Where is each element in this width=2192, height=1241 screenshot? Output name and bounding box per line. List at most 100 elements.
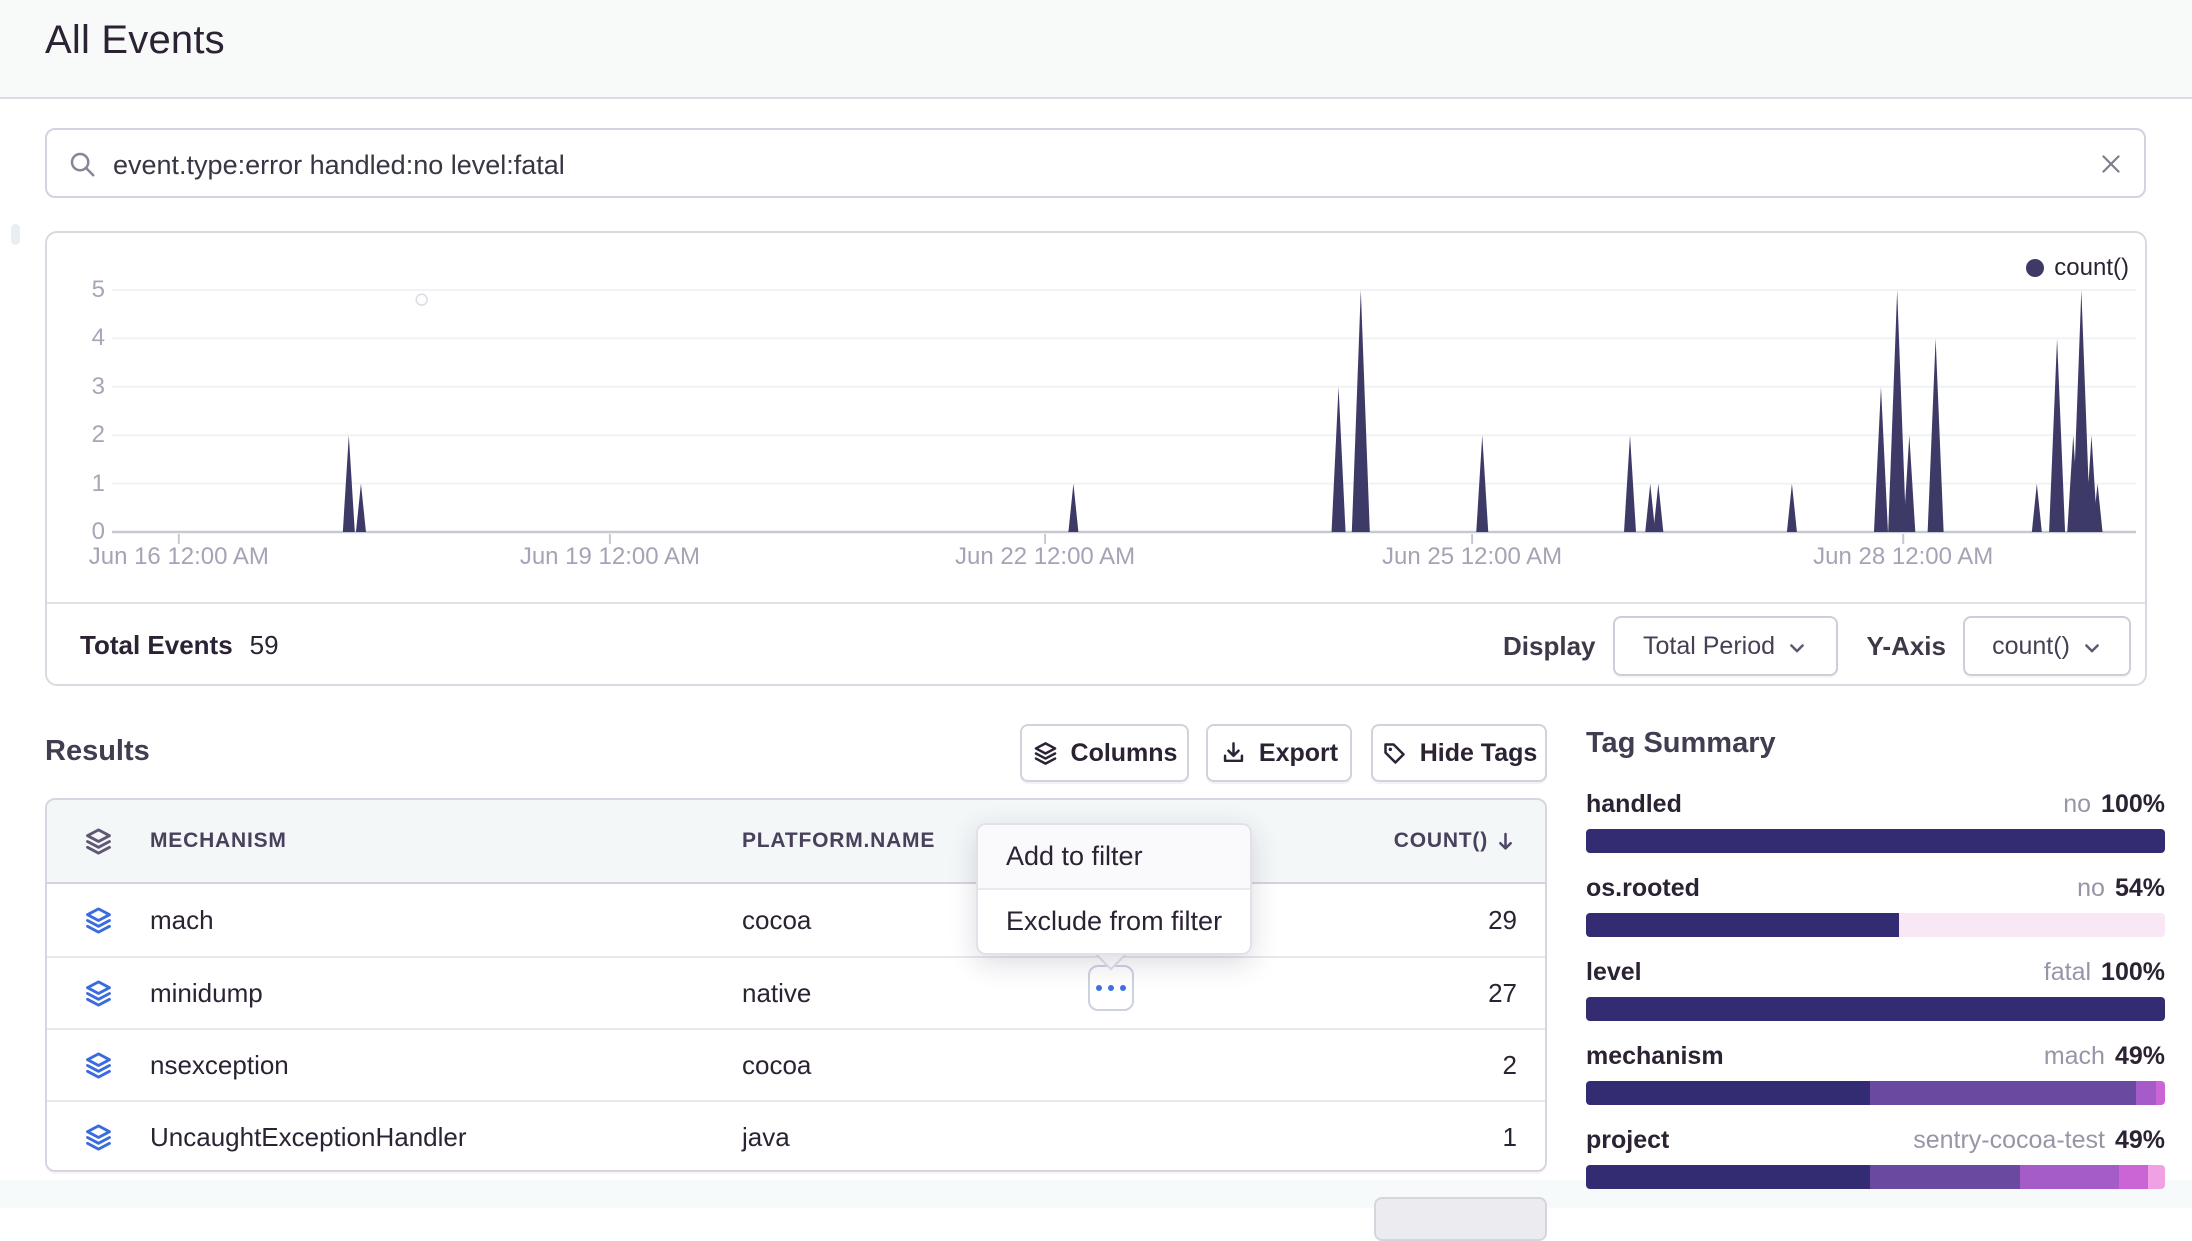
chevron-down-icon [2082,638,2102,658]
table-header-row: MECHANISM PLATFORM.NAME COUNT() [47,800,1545,884]
display-select[interactable]: Total Period [1613,616,1838,676]
y-axis-tick-label: 3 [55,374,105,400]
table-body: machcocoa29minidumpnative27nsexceptionco… [47,884,1545,1172]
tag-distribution-bar[interactable] [1586,997,2165,1021]
search-input[interactable]: event.type:error handled:no level:fatal [113,150,565,181]
total-events: Total Events 59 [80,630,279,661]
tag-value: mach [2044,1042,2105,1070]
tag-distribution-bar[interactable] [1586,913,2165,937]
layers-icon [1032,740,1059,767]
tag-bar-segment [2156,1081,2165,1105]
table-row[interactable]: nsexceptioncocoa2 [47,1028,1545,1100]
cell-platform-name[interactable]: cocoa [742,1050,1337,1081]
table-row[interactable]: UncaughtExceptionHandlerjava1 [47,1100,1545,1172]
tag-value: no [2063,790,2091,818]
count-spike [1874,387,1888,532]
tag-percent: 100% [2101,958,2165,986]
y-axis-tick-label: 0 [55,519,105,545]
cell-platform-name[interactable]: java [742,1122,1337,1153]
cell-count[interactable]: 1 [1337,1122,1545,1153]
download-icon [1220,740,1247,767]
column-header-mechanism[interactable]: MECHANISM [150,829,742,853]
tag-top-value: mach 49% [2044,1042,2165,1071]
row-actions-ellipsis-button[interactable] [1088,965,1134,1011]
tag-item-project: project sentry-cocoa-test49% [1586,1126,2165,1192]
x-axis-tick-label: Jun 22 12:00 AM [905,543,1185,571]
results-table: MECHANISM PLATFORM.NAME COUNT() machcoco… [45,798,1547,1172]
tag-label-row: project sentry-cocoa-test49% [1586,1126,2165,1153]
events-chart-panel: count() 012345 Jun 16 12:00 AMJun 19 12:… [45,231,2147,686]
menu-item-add-to-filter[interactable]: Add to filter [978,825,1250,890]
cell-mechanism[interactable]: mach [150,905,742,936]
hide-tags-button-label: Hide Tags [1420,739,1538,768]
tag-bar-segment [2136,1081,2156,1105]
column-header-count[interactable]: COUNT() [1337,829,1545,853]
cell-platform-name[interactable]: native [742,978,1337,1009]
search-bar[interactable]: event.type:error handled:no level:fatal [45,128,2146,198]
x-axis-tick-label: Jun 28 12:00 AM [1763,543,2043,571]
count-spike [1653,484,1663,532]
context-menu: Add to filter Exclude from filter [976,823,1252,955]
cell-mechanism[interactable]: nsexception [150,1050,742,1081]
results-heading: Results [45,735,150,768]
count-spike [1068,484,1078,532]
table-row[interactable]: minidumpnative27 [47,956,1545,1028]
page-header: All Events [0,0,2192,99]
tag-bar-segment [1586,1165,1870,1189]
columns-button-label: Columns [1071,739,1178,768]
clear-search-icon[interactable] [2098,151,2124,177]
tag-value: sentry-cocoa-test [1913,1126,2105,1154]
pagination-button[interactable] [1374,1197,1547,1241]
export-button[interactable]: Export [1206,724,1352,782]
cell-count[interactable]: 29 [1337,905,1545,936]
count-spike [1888,290,1906,532]
y-axis-select[interactable]: count() [1963,616,2131,676]
export-button-label: Export [1259,739,1338,768]
display-select-value: Total Period [1643,632,1775,661]
cell-count[interactable]: 27 [1337,978,1545,1009]
count-spike [1352,290,1370,532]
y-axis-tick-label: 1 [55,471,105,497]
row-icon-cell [47,1122,150,1153]
chart-controls: Display Total Period Y-Axis count() [1503,616,2131,676]
cell-count[interactable]: 2 [1337,1050,1545,1081]
layers-icon [83,1122,114,1153]
tag-percent: 54% [2115,874,2165,902]
hide-tags-button[interactable]: Hide Tags [1371,724,1547,782]
tag-percent: 100% [2101,790,2165,818]
tag-percent: 49% [2115,1042,2165,1070]
columns-button[interactable]: Columns [1020,724,1189,782]
tag-distribution-bar[interactable] [1586,1165,2165,1189]
tag-label-row: mechanismmach49% [1586,1042,2165,1069]
y-axis-tick-label: 2 [55,422,105,448]
tag-bar-segment [1870,1165,2021,1189]
tag-bar-segment [1586,829,2165,853]
tag-bar-segment [2148,1165,2165,1189]
display-label: Display [1503,631,1596,662]
total-events-label: Total Events [80,630,233,661]
row-icon-cell [47,905,150,936]
tag-bar-segment [1899,913,2165,937]
table-row[interactable]: machcocoa29 [47,884,1545,956]
menu-item-exclude-from-filter[interactable]: Exclude from filter [978,890,1250,953]
row-icon-cell [47,1050,150,1081]
layers-icon [83,1050,114,1081]
cell-mechanism[interactable]: UncaughtExceptionHandler [150,1122,742,1153]
header-icon-cell[interactable] [47,826,150,857]
tag-label-row: os.rootedno54% [1586,874,2165,901]
event-volume-chart[interactable] [112,252,2136,544]
count-spike [2032,484,2042,532]
tag-distribution-bar[interactable] [1586,829,2165,853]
tag-bar-segment [1586,997,2165,1021]
tag-distribution-bar[interactable] [1586,1081,2165,1105]
row-icon-cell [47,978,150,1009]
count-header-label: COUNT() [1394,829,1488,853]
total-events-value: 59 [250,630,279,661]
y-axis-tick-label: 4 [55,325,105,351]
ellipsis-dot [1120,985,1126,991]
chart-footer: Total Events 59 Display Total Period Y-A… [47,602,2145,684]
y-axis-label: Y-Axis [1867,631,1947,662]
tag-name: project [1586,1126,1669,1155]
cell-mechanism[interactable]: minidump [150,978,742,1009]
tag-top-value: sentry-cocoa-test49% [1913,1126,2165,1155]
